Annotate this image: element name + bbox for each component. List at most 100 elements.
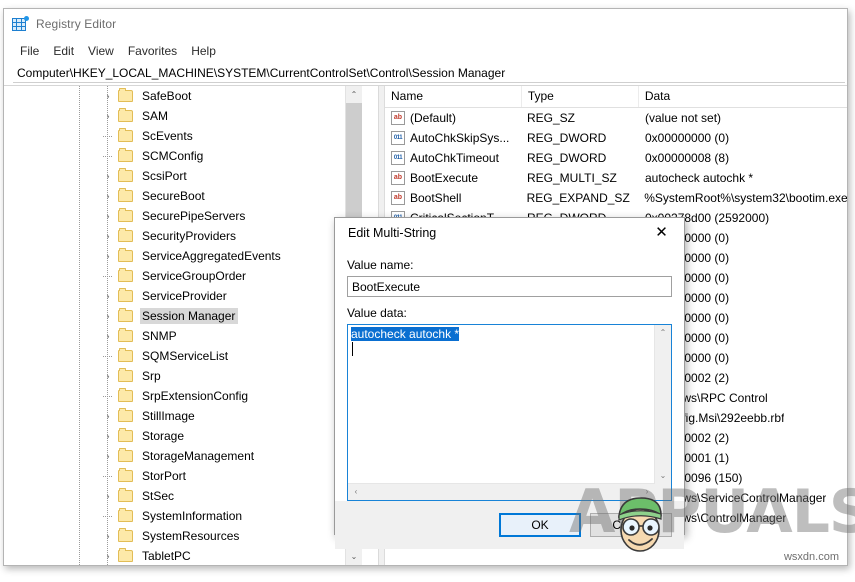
- chevron-right-icon[interactable]: ›: [103, 211, 113, 221]
- tree-item[interactable]: StorPort: [4, 466, 359, 486]
- string-value-icon: ab: [391, 111, 405, 125]
- folder-icon: [118, 410, 133, 422]
- chevron-right-icon[interactable]: ›: [103, 311, 113, 321]
- tree-item[interactable]: ›StSec: [4, 486, 359, 506]
- chevron-right-icon[interactable]: ›: [103, 111, 113, 121]
- folder-icon: [118, 390, 133, 402]
- registry-editor-window: Registry Editor File Edit View Favorites…: [3, 8, 848, 566]
- tree-item[interactable]: ›SNMP: [4, 326, 359, 346]
- chevron-right-icon[interactable]: ›: [103, 91, 113, 101]
- value-data-cell: (value not set): [645, 111, 721, 125]
- tree-item[interactable]: ›SecureBoot: [4, 186, 359, 206]
- tree-item[interactable]: SQMServiceList: [4, 346, 359, 366]
- value-data-label: Value data:: [347, 306, 672, 320]
- tree-item[interactable]: ›Storage: [4, 426, 359, 446]
- ok-button[interactable]: OK: [499, 513, 581, 537]
- tree-item-label: StillImage: [140, 408, 198, 424]
- chevron-right-icon[interactable]: ›: [103, 431, 113, 441]
- column-header-data[interactable]: Data: [639, 86, 847, 107]
- chevron-right-icon[interactable]: ›: [103, 191, 113, 201]
- scroll-down-icon[interactable]: ⌄: [346, 548, 362, 565]
- tree-item[interactable]: SCMConfig: [4, 146, 359, 166]
- table-row[interactable]: abBootShellREG_EXPAND_SZ%SystemRoot%\sys…: [385, 188, 847, 208]
- tree-item[interactable]: SystemInformation: [4, 506, 359, 526]
- chevron-right-icon[interactable]: ›: [103, 551, 113, 561]
- tree-item[interactable]: › StillImage: [4, 406, 359, 426]
- menu-bar: File Edit View Favorites Help: [4, 39, 847, 63]
- tree-item[interactable]: ›SystemResources: [4, 526, 359, 546]
- value-name-cell: AutoChkTimeout: [410, 151, 527, 165]
- folder-icon: [118, 470, 133, 482]
- tree-guide-stub: [103, 276, 112, 277]
- chevron-right-icon[interactable]: ›: [103, 251, 113, 261]
- tree-item[interactable]: ScEvents: [4, 126, 359, 146]
- tree-item[interactable]: ›SecurityProviders: [4, 226, 359, 246]
- value-data-textarea[interactable]: autocheck autochk * ⌃ ⌄ ‹ ›: [347, 324, 672, 501]
- tree-item[interactable]: ›TabletPC: [4, 546, 359, 565]
- column-header-name[interactable]: Name: [385, 86, 522, 107]
- scroll-down-icon[interactable]: ⌄: [655, 468, 671, 484]
- wsxdn-watermark: wsxdn.com: [784, 551, 839, 563]
- tree-item[interactable]: SrpExtensionConfig: [4, 386, 359, 406]
- tree-item[interactable]: ›Session Manager: [4, 306, 359, 326]
- scroll-right-icon[interactable]: ›: [639, 484, 655, 500]
- folder-icon: [118, 350, 133, 362]
- scroll-up-icon[interactable]: ⌃: [655, 325, 671, 341]
- value-type-cell: REG_MULTI_SZ: [527, 171, 645, 185]
- dialog-body: Value name: Value data: autocheck autoch…: [335, 248, 684, 501]
- cancel-button[interactable]: Cancel: [590, 513, 672, 537]
- chevron-right-icon[interactable]: ›: [103, 291, 113, 301]
- tree-item[interactable]: ›SAM: [4, 106, 359, 126]
- scroll-left-icon[interactable]: ‹: [348, 484, 364, 500]
- tree-item-label: SCMConfig: [140, 148, 206, 164]
- chevron-right-icon[interactable]: ›: [103, 171, 113, 181]
- tree-item[interactable]: ›ScsiPort: [4, 166, 359, 186]
- tree-guide-stub: [103, 156, 112, 157]
- value-data-cell: autocheck autochk *: [645, 171, 753, 185]
- scroll-up-icon[interactable]: ⌃: [346, 86, 362, 103]
- menu-edit[interactable]: Edit: [46, 42, 81, 61]
- textarea-vertical-scrollbar[interactable]: ⌃ ⌄: [654, 325, 671, 484]
- chevron-right-icon[interactable]: ›: [103, 331, 113, 341]
- address-bar[interactable]: Computer\HKEY_LOCAL_MACHINE\SYSTEM\Curre…: [13, 64, 845, 83]
- table-row[interactable]: ab(Default)REG_SZ(value not set): [385, 108, 847, 128]
- tree-item[interactable]: ›SecurePipeServers: [4, 206, 359, 226]
- value-type-cell: REG_SZ: [527, 111, 645, 125]
- dword-value-icon: 011: [391, 151, 405, 165]
- value-data-cell: 0x00000008 (8): [645, 151, 729, 165]
- menu-view[interactable]: View: [81, 42, 121, 61]
- tree-item-label: StorageManagement: [140, 448, 257, 464]
- column-header-type[interactable]: Type: [522, 86, 639, 107]
- tree-item[interactable]: ›ServiceProvider: [4, 286, 359, 306]
- dialog-title: Edit Multi-String: [348, 226, 436, 240]
- menu-favorites[interactable]: Favorites: [121, 42, 184, 61]
- table-row[interactable]: abBootExecuteREG_MULTI_SZautocheck autoc…: [385, 168, 847, 188]
- table-row[interactable]: 011AutoChkTimeoutREG_DWORD0x00000008 (8): [385, 148, 847, 168]
- chevron-right-icon[interactable]: ›: [103, 411, 113, 421]
- tree-item[interactable]: ›ServiceAggregatedEvents: [4, 246, 359, 266]
- chevron-right-icon[interactable]: ›: [103, 491, 113, 501]
- chevron-right-icon[interactable]: ›: [103, 231, 113, 241]
- value-name-cell: BootShell: [410, 191, 527, 205]
- folder-icon: [118, 170, 133, 182]
- tree-item[interactable]: ›Srp: [4, 366, 359, 386]
- textarea-horizontal-scrollbar[interactable]: ‹ ›: [348, 483, 655, 500]
- menu-help[interactable]: Help: [184, 42, 223, 61]
- registry-tree-list: ›SafeBoot›SAMScEventsSCMConfig›ScsiPort›…: [4, 86, 359, 565]
- table-row[interactable]: 011AutoChkSkipSys...REG_DWORD0x00000000 …: [385, 128, 847, 148]
- address-bar-row: Computer\HKEY_LOCAL_MACHINE\SYSTEM\Curre…: [4, 63, 847, 86]
- folder-icon: [118, 130, 133, 142]
- chevron-right-icon[interactable]: ›: [103, 451, 113, 461]
- tree-item[interactable]: ServiceGroupOrder: [4, 266, 359, 286]
- tree-item-label: StorPort: [140, 468, 189, 484]
- chevron-right-icon[interactable]: ›: [103, 531, 113, 541]
- folder-icon: [118, 430, 133, 442]
- menu-file[interactable]: File: [13, 42, 46, 61]
- tree-item[interactable]: ›SafeBoot: [4, 86, 359, 106]
- chevron-right-icon[interactable]: ›: [103, 371, 113, 381]
- tree-item[interactable]: › StorageManagement: [4, 446, 359, 466]
- close-icon[interactable]: ✕: [639, 218, 684, 248]
- tree-scrollbar-thumb[interactable]: [346, 103, 362, 223]
- tree-guide-stub: [103, 396, 112, 397]
- value-name-input[interactable]: [347, 276, 672, 297]
